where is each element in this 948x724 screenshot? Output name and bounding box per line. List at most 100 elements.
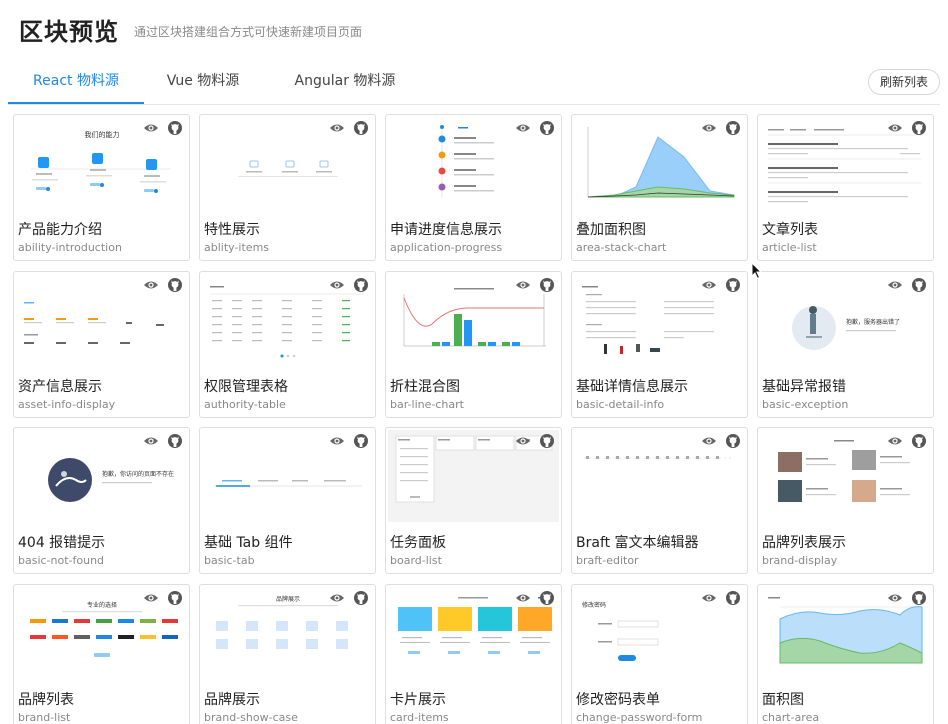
github-icon[interactable] xyxy=(539,590,555,606)
card-title: 面积图 xyxy=(762,692,804,708)
card-key: ability-introduction xyxy=(18,241,122,254)
block-card[interactable]: 卡片展示 card-items xyxy=(385,584,562,724)
block-card[interactable]: 任务面板 board-list xyxy=(385,427,562,574)
source-tabs: React 物料源 Vue 物料源 Angular 物料源 刷新列表 xyxy=(8,60,940,105)
thumb-heading: 抱歉，你访问的页面不存在 xyxy=(102,470,174,478)
card-title: 叠加面积图 xyxy=(576,222,646,238)
eye-icon[interactable] xyxy=(887,433,903,449)
card-actions xyxy=(887,433,927,449)
card-actions xyxy=(329,277,369,293)
eye-icon[interactable] xyxy=(887,120,903,136)
block-card[interactable]: 申请进度信息展示 application-progress xyxy=(385,114,562,261)
github-icon[interactable] xyxy=(725,433,741,449)
card-title: 特性展示 xyxy=(204,222,260,238)
block-card[interactable]: 基础详情信息展示 basic-detail-info xyxy=(571,271,748,418)
card-actions xyxy=(701,277,741,293)
card-title: 申请进度信息展示 xyxy=(390,222,502,238)
card-title: 基础异常报错 xyxy=(762,379,846,395)
block-card[interactable]: 品牌列表展示 brand-display xyxy=(757,427,934,574)
github-icon[interactable] xyxy=(725,590,741,606)
eye-icon[interactable] xyxy=(515,590,531,606)
github-icon[interactable] xyxy=(167,120,183,136)
block-card[interactable]: 基础 Tab 组件 basic-tab xyxy=(199,427,376,574)
eye-icon[interactable] xyxy=(329,433,345,449)
github-icon[interactable] xyxy=(353,120,369,136)
card-actions xyxy=(515,120,555,136)
github-icon[interactable] xyxy=(353,433,369,449)
card-key: chart-area xyxy=(762,711,820,724)
eye-icon[interactable] xyxy=(329,120,345,136)
thumb-heading: 品牌展示 xyxy=(276,595,300,603)
eye-icon[interactable] xyxy=(143,120,159,136)
page-title: 区块预览 xyxy=(19,18,119,46)
card-key: basic-detail-info xyxy=(576,398,665,411)
card-actions xyxy=(329,120,369,136)
tab-react[interactable]: React 物料源 xyxy=(8,60,144,104)
block-card[interactable]: 文章列表 article-list xyxy=(757,114,934,261)
card-title: 品牌列表 xyxy=(18,692,74,708)
tab-vue[interactable]: Vue 物料源 xyxy=(148,60,258,104)
github-icon[interactable] xyxy=(539,120,555,136)
card-key: basic-exception xyxy=(762,398,849,411)
github-icon[interactable] xyxy=(911,590,927,606)
card-title: 文章列表 xyxy=(762,222,818,238)
github-icon[interactable] xyxy=(911,277,927,293)
card-title: Braft 富文本编辑器 xyxy=(576,535,699,551)
github-icon[interactable] xyxy=(725,277,741,293)
eye-icon[interactable] xyxy=(143,433,159,449)
eye-icon[interactable] xyxy=(143,277,159,293)
block-card[interactable]: 折柱混合图 bar-line-chart xyxy=(385,271,562,418)
block-card[interactable]: 资产信息展示 asset-info-display xyxy=(13,271,190,418)
card-actions xyxy=(701,120,741,136)
eye-icon[interactable] xyxy=(887,277,903,293)
block-card[interactable]: 抱歉，你访问的页面不存在 404 报错提示 basic-not-found xyxy=(13,427,190,574)
block-card[interactable]: 特性展示 ablity-items xyxy=(199,114,376,261)
eye-icon[interactable] xyxy=(701,277,717,293)
block-card[interactable]: 叠加面积图 area-stack-chart xyxy=(571,114,748,261)
eye-icon[interactable] xyxy=(515,120,531,136)
card-key: braft-editor xyxy=(576,554,639,567)
card-title: 卡片展示 xyxy=(390,692,446,708)
block-card[interactable]: 我们的能力 产品能力介绍 ability-introduction xyxy=(13,114,190,261)
card-title: 品牌展示 xyxy=(204,692,260,708)
eye-icon[interactable] xyxy=(329,590,345,606)
block-card[interactable]: 品牌展示 品牌展示 brand-show-case xyxy=(199,584,376,724)
eye-icon[interactable] xyxy=(515,277,531,293)
card-title: 404 报错提示 xyxy=(18,535,106,551)
block-card[interactable]: Braft 富文本编辑器 braft-editor xyxy=(571,427,748,574)
card-title: 修改密码表单 xyxy=(576,692,660,708)
card-title: 权限管理表格 xyxy=(204,379,288,395)
card-title: 任务面板 xyxy=(390,535,446,551)
github-icon[interactable] xyxy=(167,590,183,606)
eye-icon[interactable] xyxy=(701,120,717,136)
github-icon[interactable] xyxy=(353,590,369,606)
block-card[interactable]: 权限管理表格 authority-table xyxy=(199,271,376,418)
eye-icon[interactable] xyxy=(515,433,531,449)
refresh-list-button[interactable]: 刷新列表 xyxy=(868,69,940,95)
github-icon[interactable] xyxy=(167,433,183,449)
eye-icon[interactable] xyxy=(701,590,717,606)
github-icon[interactable] xyxy=(539,433,555,449)
eye-icon[interactable] xyxy=(143,590,159,606)
block-card[interactable]: 面积图 chart-area xyxy=(757,584,934,724)
eye-icon[interactable] xyxy=(329,277,345,293)
card-key: article-list xyxy=(762,241,817,254)
block-card[interactable]: 抱歉，服务器出错了 基础异常报错 basic-exception xyxy=(757,271,934,418)
block-card[interactable]: 专业的选择 品牌列表 brand-list xyxy=(13,584,190,724)
github-icon[interactable] xyxy=(167,277,183,293)
block-card[interactable]: 修改密码 修改密码表单 change-password-form xyxy=(571,584,748,724)
tab-angular[interactable]: Angular 物料源 xyxy=(280,60,410,104)
eye-icon[interactable] xyxy=(887,590,903,606)
card-actions xyxy=(515,277,555,293)
card-key: basic-tab xyxy=(204,554,255,567)
eye-icon[interactable] xyxy=(701,433,717,449)
github-icon[interactable] xyxy=(725,120,741,136)
page-subtitle: 通过区块搭建组合方式可快速新建项目页面 xyxy=(134,25,363,39)
card-key: brand-display xyxy=(762,554,838,567)
github-icon[interactable] xyxy=(911,433,927,449)
github-icon[interactable] xyxy=(353,277,369,293)
github-icon[interactable] xyxy=(911,120,927,136)
card-actions xyxy=(887,120,927,136)
card-key: ablity-items xyxy=(204,241,270,254)
github-icon[interactable] xyxy=(539,277,555,293)
